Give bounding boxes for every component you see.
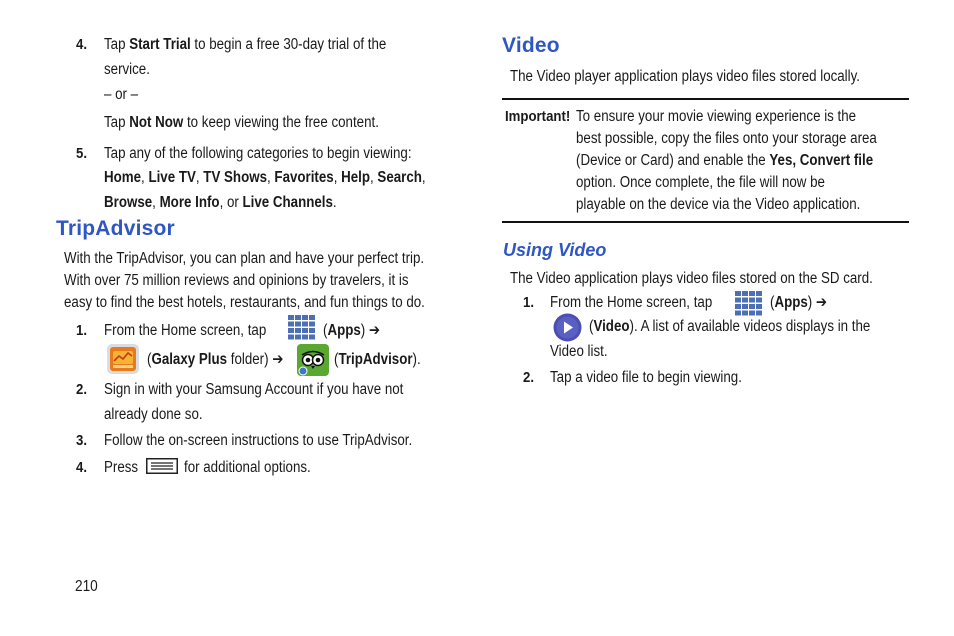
trip-step2-line1: Sign in with your Samsung Account if you… xyxy=(104,381,404,398)
section-title-tripadvisor: TripAdvisor xyxy=(56,217,175,240)
important-line2: best possible, copy the files onto your … xyxy=(576,130,877,147)
video-step1-line2: (Video). A list of available videos disp… xyxy=(589,318,871,335)
using-intro: The Video application plays video files … xyxy=(510,270,873,287)
apps-icon xyxy=(734,290,764,318)
trip-step1-text: From the Home screen, tap xyxy=(104,322,267,339)
step-number: 2. xyxy=(76,381,88,398)
alt-line: Tap Not Now to keep viewing the free con… xyxy=(104,114,379,131)
trip-paragraph-line2: With over 75 million reviews and opinion… xyxy=(64,272,409,289)
video-intro: The Video player application plays video… xyxy=(510,68,860,85)
trip-paragraph-line1: With the TripAdvisor, you can plan and h… xyxy=(64,250,425,267)
trip-step2-line2: already done so. xyxy=(104,406,203,423)
important-label: Important! xyxy=(505,108,571,125)
or-separator: – or – xyxy=(104,86,139,103)
category-list-line2: Browse, More Info, or Live Channels. xyxy=(104,194,337,211)
video-step1-text: From the Home screen, tap xyxy=(550,294,713,311)
video-step2-text: Tap a video file to begin viewing. xyxy=(550,369,742,386)
important-line3: (Device or Card) and enable the Yes, Con… xyxy=(576,152,874,169)
trip-paragraph-line3: easy to find the best hotels, restaurant… xyxy=(64,294,425,311)
important-line5: playable on the device via the Video app… xyxy=(576,196,861,213)
step-number: 3. xyxy=(76,432,88,449)
galaxy-plus-icon xyxy=(107,344,139,374)
video-icon xyxy=(553,313,582,342)
apps-icon xyxy=(287,314,317,342)
galaxy-plus-label: (Galaxy Plus folder) ➔ xyxy=(147,351,284,368)
page-number: 210 xyxy=(75,578,98,595)
step4-line1: Tap Start Trial to begin a free 30-day t… xyxy=(104,36,387,53)
trip-step3-text: Follow the on-screen instructions to use… xyxy=(104,432,413,449)
section-title-video: Video xyxy=(502,34,560,57)
trip-step4-press: Press xyxy=(104,459,139,476)
trip-step4-rest: for additional options. xyxy=(184,459,311,476)
important-line4: option. Once complete, the file will now… xyxy=(576,174,825,191)
video-step1-line3: Video list. xyxy=(550,343,608,360)
important-line1: To ensure your movie viewing experience … xyxy=(576,108,857,125)
important-top-rule xyxy=(502,98,909,100)
step-number: 2. xyxy=(523,369,535,386)
step4-line2: service. xyxy=(104,61,150,78)
subsection-title-using-video: Using Video xyxy=(503,240,607,260)
tripadvisor-icon xyxy=(297,344,329,376)
menu-key-icon xyxy=(146,458,178,474)
important-bottom-rule xyxy=(502,221,909,223)
step-number: 1. xyxy=(76,322,88,339)
category-list-line1: Home, Live TV, TV Shows, Favorites, Help… xyxy=(104,169,426,186)
step-number: 1. xyxy=(523,294,535,311)
step-number: 4. xyxy=(76,459,88,476)
apps-label: (Apps) ➔ xyxy=(770,294,828,311)
apps-label: (Apps) ➔ xyxy=(323,322,381,339)
step-number: 5. xyxy=(76,145,88,162)
tripadvisor-label: (TripAdvisor). xyxy=(334,351,421,368)
step5-line1: Tap any of the following categories to b… xyxy=(104,145,412,162)
step-number: 4. xyxy=(76,36,88,53)
